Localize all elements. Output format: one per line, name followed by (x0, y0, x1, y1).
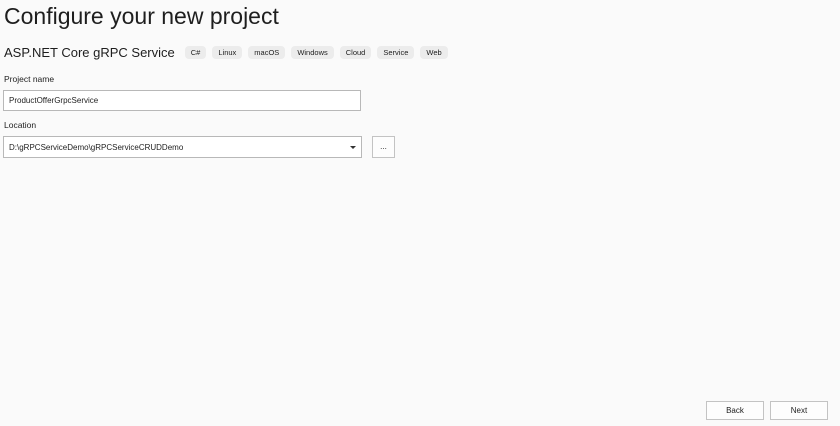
tag-cloud: Cloud (339, 45, 372, 60)
project-name-label: Project name (4, 74, 55, 84)
project-name-input[interactable] (3, 90, 361, 111)
tag-csharp: C# (184, 45, 207, 60)
location-label: Location (4, 120, 37, 130)
chevron-down-icon[interactable] (350, 145, 356, 149)
next-button[interactable]: Next (770, 401, 828, 420)
template-name: ASP.NET Core gRPC Service (4, 45, 175, 60)
location-combobox[interactable]: D:\gRPCServiceDemo\gRPCServiceCRUDDemo (3, 136, 362, 158)
tag-web: Web (420, 45, 448, 60)
tag-service: Service (377, 45, 415, 60)
location-value: D:\gRPCServiceDemo\gRPCServiceCRUDDemo (9, 142, 184, 152)
browse-button[interactable]: ... (372, 136, 395, 158)
tag-macos: macOS (248, 45, 286, 60)
tag-linux: Linux (212, 45, 243, 60)
back-button[interactable]: Back (706, 401, 764, 420)
page-title: Configure your new project (4, 3, 279, 29)
tag-windows: Windows (291, 45, 334, 60)
template-info: ASP.NET Core gRPC Service C# Linux macOS… (4, 45, 448, 60)
